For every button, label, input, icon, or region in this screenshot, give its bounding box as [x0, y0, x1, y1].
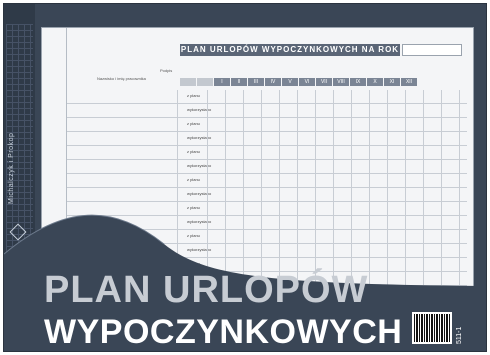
cover-title-line1: PLAN URLOPÓW — [44, 269, 369, 311]
product-code: 511-1 — [456, 326, 463, 344]
barcode-icon — [412, 312, 452, 344]
cover-title-line2: WYPOCZYNKOWYCH — [44, 313, 403, 351]
product-cover: Michalczyk i Prokop PLAN URLOPÓW WYPOCZY… — [3, 3, 487, 352]
